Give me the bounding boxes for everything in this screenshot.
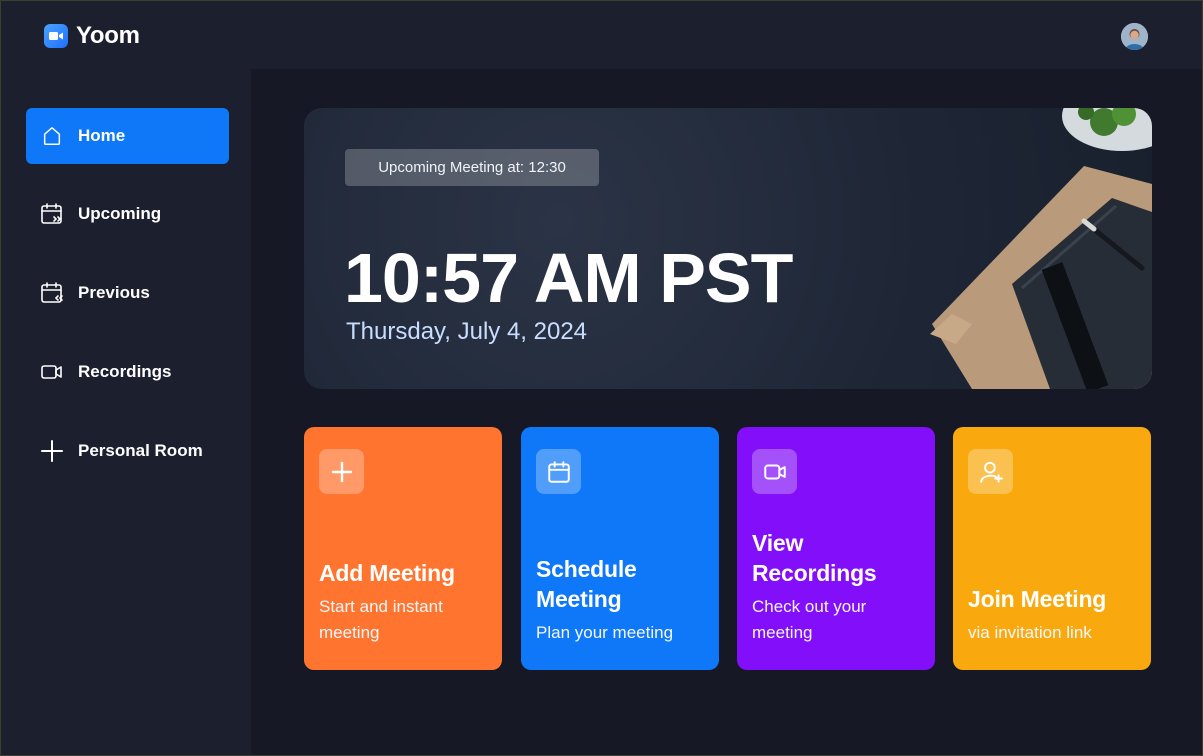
sidebar-item-previous[interactable]: Previous: [26, 265, 229, 321]
sidebar-item-upcoming[interactable]: Upcoming: [26, 186, 229, 242]
sidebar-item-home[interactable]: Home: [26, 108, 229, 164]
card-subtitle: Plan your meeting: [536, 623, 674, 642]
card-subtitle: Check out your meeting: [752, 597, 867, 642]
current-date: Thursday, July 4, 2024: [346, 318, 588, 345]
notebook-illustration: [930, 108, 1152, 389]
sidebar-item-label: Previous: [78, 283, 150, 302]
card-title: Schedule Meeting: [536, 556, 637, 612]
brand[interactable]: Yoom: [44, 22, 140, 50]
join-meeting-card[interactable]: Join Meeting via invitation link: [953, 427, 1151, 670]
card-title: Join Meeting: [968, 586, 1107, 612]
view-recordings-card[interactable]: View Recordings Check out your meeting: [737, 427, 935, 670]
video-icon: [752, 449, 797, 494]
brand-name: Yoom: [76, 22, 140, 49]
video-camera-logo-icon: [44, 24, 68, 48]
card-subtitle: Start and instant meeting: [319, 597, 443, 642]
calendar-icon: [536, 449, 581, 494]
top-navbar: Yoom: [1, 1, 1202, 69]
plus-icon: [319, 449, 364, 494]
calendar-back-icon: [40, 281, 64, 305]
sidebar-item-label: Recordings: [78, 362, 172, 381]
main-content: Upcoming Meeting at: 12:30 10:57 AM PST …: [251, 69, 1202, 755]
plus-icon: [40, 439, 64, 463]
user-avatar[interactable]: [1121, 23, 1148, 50]
video-icon: [40, 360, 64, 384]
current-time: 10:57 AM PST: [344, 239, 793, 317]
upcoming-meeting-badge: Upcoming Meeting at: 12:30: [345, 149, 599, 186]
hero-banner: Upcoming Meeting at: 12:30 10:57 AM PST …: [304, 108, 1152, 389]
sidebar-item-label: Upcoming: [78, 204, 162, 223]
sidebar-item-label: Personal Room: [78, 441, 203, 460]
card-title: View Recordings: [752, 530, 877, 586]
card-subtitle: via invitation link: [968, 623, 1092, 642]
add-user-icon: [968, 449, 1013, 494]
add-meeting-card[interactable]: Add Meeting Start and instant meeting: [304, 427, 502, 670]
calendar-forward-icon: [40, 202, 64, 226]
sidebar: Home Upcoming Previous Recordings Person…: [1, 69, 251, 755]
schedule-meeting-card[interactable]: Schedule Meeting Plan your meeting: [521, 427, 719, 670]
sidebar-item-label: Home: [78, 126, 126, 145]
app-window: Yoom Home Upcoming Previous Recordings P…: [0, 0, 1203, 756]
sidebar-item-recordings[interactable]: Recordings: [26, 344, 229, 400]
card-title: Add Meeting: [319, 560, 455, 586]
sidebar-item-personal-room[interactable]: Personal Room: [26, 423, 229, 479]
home-icon: [40, 124, 64, 148]
